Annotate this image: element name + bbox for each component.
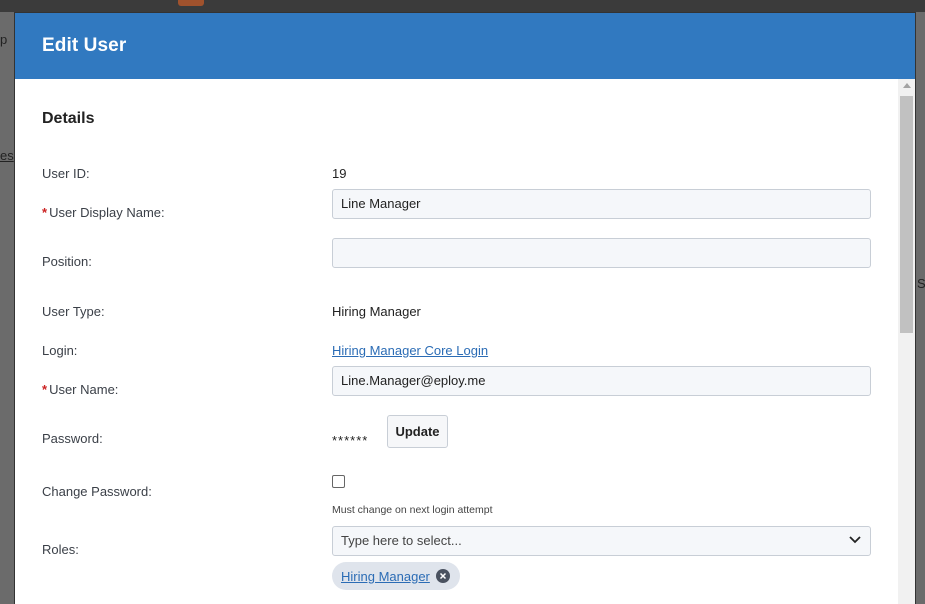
- change-password-checkbox[interactable]: [332, 475, 345, 488]
- section-title: Details: [42, 110, 95, 127]
- background-link-fragment: es: [0, 148, 14, 163]
- edit-user-dialog: Edit User Details User ID: 19 * User Disp…: [15, 13, 915, 604]
- display-name-input[interactable]: Line Manager: [332, 189, 871, 219]
- dialog-body[interactable]: Details User ID: 19 * User Display Name: …: [15, 79, 915, 604]
- background-topbar: [0, 0, 925, 12]
- background-text-fragment: S: [917, 276, 925, 291]
- roles-select[interactable]: Type here to select...: [332, 526, 871, 556]
- position-input[interactable]: [332, 238, 871, 268]
- chevron-down-icon[interactable]: [848, 535, 862, 545]
- role-tag-label[interactable]: Hiring Manager: [341, 569, 430, 584]
- user-name-label-text: User Name:: [49, 382, 119, 397]
- user-id-value: 19: [332, 166, 347, 181]
- role-tag: Hiring Manager: [332, 562, 460, 590]
- roles-placeholder: Type here to select...: [341, 533, 462, 548]
- scroll-up-arrow-icon[interactable]: [903, 83, 911, 88]
- user-id-label: User ID:: [42, 166, 90, 181]
- password-mask: ******: [332, 433, 369, 448]
- dialog-header: Edit User: [15, 13, 915, 79]
- user-type-value: Hiring Manager: [332, 304, 421, 319]
- user-name-input[interactable]: Line.Manager@eploy.me: [332, 366, 871, 396]
- position-label: Position:: [42, 254, 92, 269]
- scroll-thumb[interactable]: [900, 96, 913, 333]
- required-marker: *: [42, 205, 48, 220]
- change-password-label: Change Password:: [42, 484, 152, 499]
- login-link[interactable]: Hiring Manager Core Login: [332, 343, 488, 358]
- vertical-scrollbar[interactable]: [898, 79, 915, 604]
- display-name-label-text: User Display Name:: [49, 205, 165, 220]
- background-accent: [178, 0, 204, 6]
- update-password-button[interactable]: Update: [387, 415, 448, 448]
- user-name-label: * User Name:: [42, 382, 118, 397]
- background-text-fragment: p: [0, 32, 8, 47]
- login-label: Login:: [42, 343, 78, 358]
- required-marker: *: [42, 382, 48, 397]
- user-type-label: User Type:: [42, 304, 105, 319]
- dialog-title: Edit User: [42, 35, 127, 56]
- display-name-label: * User Display Name:: [42, 205, 165, 220]
- roles-label: Roles:: [42, 542, 79, 557]
- change-password-hint: Must change on next login attempt: [332, 504, 493, 516]
- password-label: Password:: [42, 431, 103, 446]
- remove-icon[interactable]: [435, 569, 450, 583]
